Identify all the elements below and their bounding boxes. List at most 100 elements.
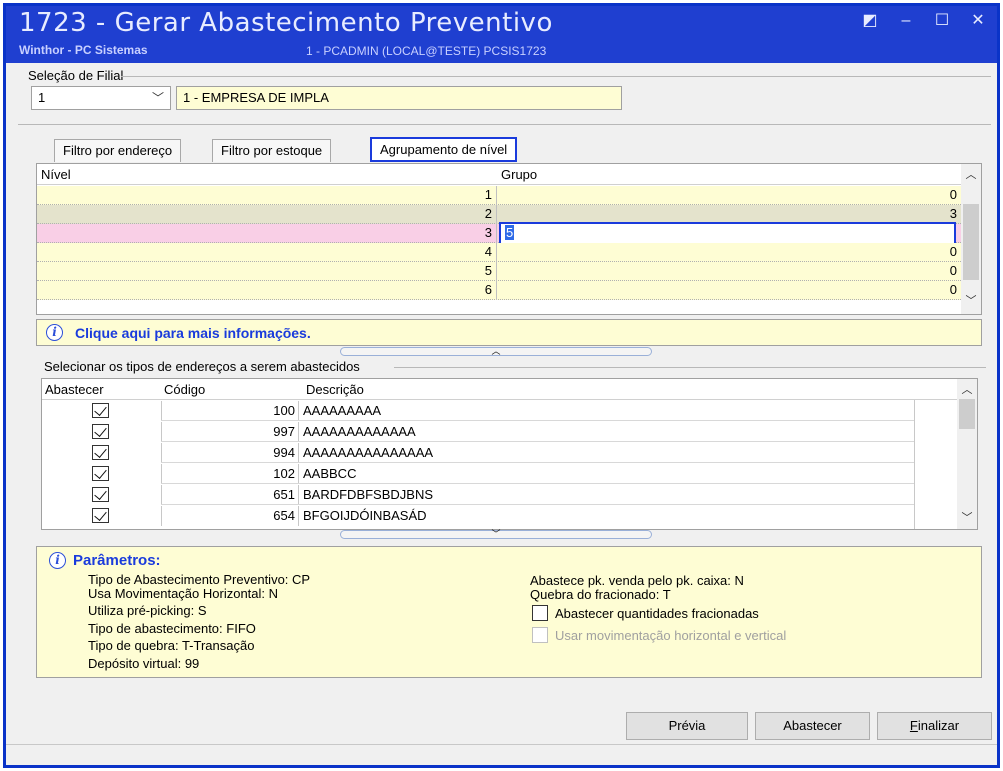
window-title: 1723 - Gerar Abastecimento Preventivo: [19, 8, 553, 38]
abastecer-fracionadas-checkbox[interactable]: [532, 605, 548, 621]
header-descricao[interactable]: Descrição: [306, 382, 364, 397]
grupo-edit-input[interactable]: 5: [499, 222, 956, 245]
cell-codigo: 102: [161, 464, 299, 484]
tab-agrupamento-nivel[interactable]: Agrupamento de nível: [370, 137, 518, 162]
nivel-grid-scrollbar[interactable]: ︿ ﹀: [961, 164, 981, 314]
cell-codigo: 994: [161, 443, 299, 463]
tab-filtro-estoque[interactable]: Filtro por estoque: [212, 139, 332, 162]
filial-label: Seleção de Filial: [28, 68, 124, 83]
cell-nivel: 5: [37, 262, 497, 281]
scroll-down-icon[interactable]: ﹀: [961, 292, 981, 310]
cell-grupo[interactable]: 0: [498, 281, 961, 300]
filial-code: 1: [38, 90, 46, 105]
cell-grupo[interactable]: 0: [498, 186, 961, 205]
title-bar[interactable]: 1723 - Gerar Abastecimento Preventivo Wi…: [6, 6, 997, 63]
table-row[interactable]: 5 0: [37, 262, 963, 281]
abastecer-fracionadas-label[interactable]: Abastecer quantidades fracionadas: [555, 606, 759, 621]
grupo-edit-value: 5: [505, 225, 515, 240]
row-divider: [161, 462, 914, 463]
abastecer-checkbox[interactable]: [92, 445, 109, 460]
status-bar: [6, 744, 997, 765]
parametros-title: Parâmetros:: [73, 552, 161, 569]
cell-nivel: 3: [37, 224, 497, 243]
param-tipo-abastecimento: Tipo de abastecimento: FIFO: [88, 621, 256, 636]
abastecer-button[interactable]: Abastecer: [755, 712, 870, 740]
param-utiliza-pre-picking: Utiliza pré-picking: S: [88, 603, 207, 618]
previa-button[interactable]: Prévia: [626, 712, 748, 740]
abastecer-checkbox[interactable]: [92, 424, 109, 439]
cell-nivel: 4: [37, 243, 497, 262]
row-divider: [161, 504, 914, 505]
scroll-thumb[interactable]: [963, 204, 979, 280]
window-controls: ◩ – ☐ ✕: [859, 12, 989, 30]
list-item[interactable]: 102 AABBCC: [42, 464, 959, 484]
finalizar-button[interactable]: Finalizar: [877, 712, 992, 740]
cell-codigo: 997: [161, 422, 299, 442]
filial-select[interactable]: 1 ﹀: [31, 86, 171, 110]
info-link[interactable]: Clique aqui para mais informações.: [75, 325, 311, 341]
info-bar[interactable]: i Clique aqui para mais informações.: [36, 319, 982, 346]
main-window: 1723 - Gerar Abastecimento Preventivo Wi…: [3, 3, 1000, 768]
abastecer-checkbox[interactable]: [92, 403, 109, 418]
scroll-thumb[interactable]: [959, 399, 975, 429]
cell-codigo: 654: [161, 506, 299, 526]
abastecer-checkbox[interactable]: [92, 466, 109, 481]
list-item[interactable]: 997 AAAAAAAAAAAAA: [42, 422, 959, 442]
nivel-grid: Nível Grupo 1 0 2 3 3 5 4 0 5 0 6 0 ︿ ﹀: [36, 163, 982, 315]
chevron-down-icon[interactable]: ﹀: [152, 89, 164, 106]
splitter-handle-top[interactable]: ︿: [340, 347, 652, 356]
cell-descricao: BARDFDBFSBDJBNS: [303, 487, 434, 502]
cell-descricao: AABBCC: [303, 466, 357, 481]
minimize-icon[interactable]: –: [895, 12, 917, 30]
enderecos-grid-header: Abastecer Código Descrição: [42, 379, 959, 400]
param-deposito-virtual: Depósito virtual: 99: [88, 656, 200, 671]
abastecer-checkbox[interactable]: [92, 487, 109, 502]
table-row[interactable]: 6 0: [37, 281, 963, 300]
info-icon: i: [46, 324, 63, 341]
maximize-icon[interactable]: ☐: [931, 12, 953, 30]
filial-group-line: [121, 76, 991, 77]
cell-codigo: 651: [161, 485, 299, 505]
user-info: 1 - PCADMIN (LOCAL@TESTE) PCSIS1723: [306, 44, 547, 58]
header-abastecer[interactable]: Abastecer: [45, 382, 104, 397]
param-usa-movimentacao-horizontal: Usa Movimentação Horizontal: N: [88, 586, 279, 601]
restore-icon[interactable]: ◩: [859, 12, 881, 30]
cell-nivel: 1: [37, 186, 497, 205]
window-subtitle: Winthor - PC Sistemas: [19, 43, 148, 57]
filial-group-bottom: [18, 124, 991, 125]
cell-grupo[interactable]: 0: [498, 262, 961, 281]
table-row[interactable]: 1 0: [37, 186, 963, 205]
row-divider: [161, 483, 914, 484]
finalizar-label: inalizar: [917, 718, 960, 733]
list-item[interactable]: 100 AAAAAAAAA: [42, 401, 959, 421]
list-item[interactable]: 994 AAAAAAAAAAAAAAA: [42, 443, 959, 463]
cell-codigo: 100: [161, 401, 299, 421]
header-nivel[interactable]: Nível: [41, 167, 71, 182]
movimentacao-horizontal-vertical-checkbox: [532, 627, 548, 643]
cell-descricao: AAAAAAAAAAAAA: [303, 424, 416, 439]
scroll-up-icon[interactable]: ︿: [961, 166, 981, 184]
enderecos-group-line: [394, 367, 986, 368]
header-codigo[interactable]: Código: [164, 382, 205, 397]
parametros-panel: i Parâmetros: Tipo de Abastecimento Prev…: [36, 546, 982, 678]
param-tipo-abastecimento-preventivo: Tipo de Abastecimento Preventivo: CP: [88, 572, 311, 587]
cell-descricao: AAAAAAAAA: [303, 403, 382, 418]
table-row[interactable]: 4 0: [37, 243, 963, 262]
filial-name-field: 1 - EMPRESA DE IMPLA: [176, 86, 622, 110]
splitter-handle-bottom[interactable]: ﹀: [340, 530, 652, 539]
list-item[interactable]: 654 BFGOIJDÓINBASÁD: [42, 506, 959, 526]
cell-nivel: 6: [37, 281, 497, 300]
enderecos-grid: Abastecer Código Descrição 100 AAAAAAAAA…: [41, 378, 978, 530]
close-icon[interactable]: ✕: [967, 12, 989, 30]
scroll-down-icon[interactable]: ﹀: [957, 509, 977, 527]
tab-filtro-endereco[interactable]: Filtro por endereço: [54, 139, 182, 162]
cell-grupo[interactable]: 0: [498, 243, 961, 262]
scroll-up-icon[interactable]: ︿: [957, 381, 977, 399]
header-grupo[interactable]: Grupo: [501, 167, 537, 182]
table-row-selected[interactable]: 3 5: [37, 222, 963, 245]
enderecos-grid-scrollbar[interactable]: ︿ ﹀: [957, 379, 977, 529]
list-item[interactable]: 651 BARDFDBFSBDJBNS: [42, 485, 959, 505]
abastecer-checkbox[interactable]: [92, 508, 109, 523]
movimentacao-horizontal-vertical-label: Usar movimentação horizontal e vertical: [555, 628, 787, 643]
cell-descricao: BFGOIJDÓINBASÁD: [303, 508, 427, 523]
